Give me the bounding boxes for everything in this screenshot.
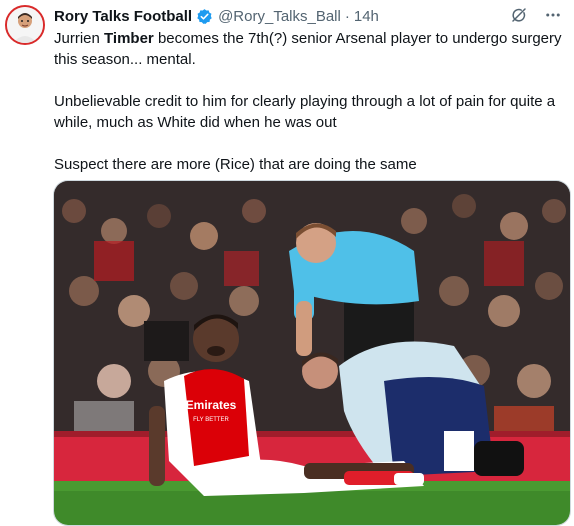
header-actions [510, 6, 562, 24]
injury-photo: Emirates FLY BETTER [54, 181, 570, 525]
display-name[interactable]: Rory Talks Football [54, 8, 192, 25]
shirt-sponsor-tagline: FLY BETTER [193, 417, 229, 423]
verified-badge-icon [196, 8, 213, 25]
tweet-header: Rory Talks Football @Rory_Talks_Ball · 1… [54, 6, 379, 26]
text-segment: Jurrien [54, 30, 105, 47]
profile-avatar[interactable] [5, 5, 45, 45]
avatar-image [7, 7, 43, 43]
timestamp[interactable]: 14h [354, 8, 379, 25]
tweet-text: Jurrien Timber becomes the 7th(?) senior… [54, 28, 570, 175]
tweet-paragraph-2: Unbelievable credit to him for clearly p… [54, 93, 556, 131]
tweet-media-photo[interactable]: Emirates FLY BETTER [53, 180, 571, 526]
user-handle[interactable]: @Rory_Talks_Ball [218, 8, 341, 25]
shirt-sponsor: Emirates [186, 398, 237, 412]
text-bold-name: Timber [104, 30, 154, 47]
more-icon[interactable] [544, 6, 562, 24]
grok-icon[interactable] [510, 6, 528, 24]
separator-dot: · [344, 7, 350, 25]
tweet-paragraph-3: Suspect there are more (Rice) that are d… [54, 156, 417, 173]
tweet-paragraph-1: Jurrien Timber becomes the 7th(?) senior… [54, 28, 570, 70]
